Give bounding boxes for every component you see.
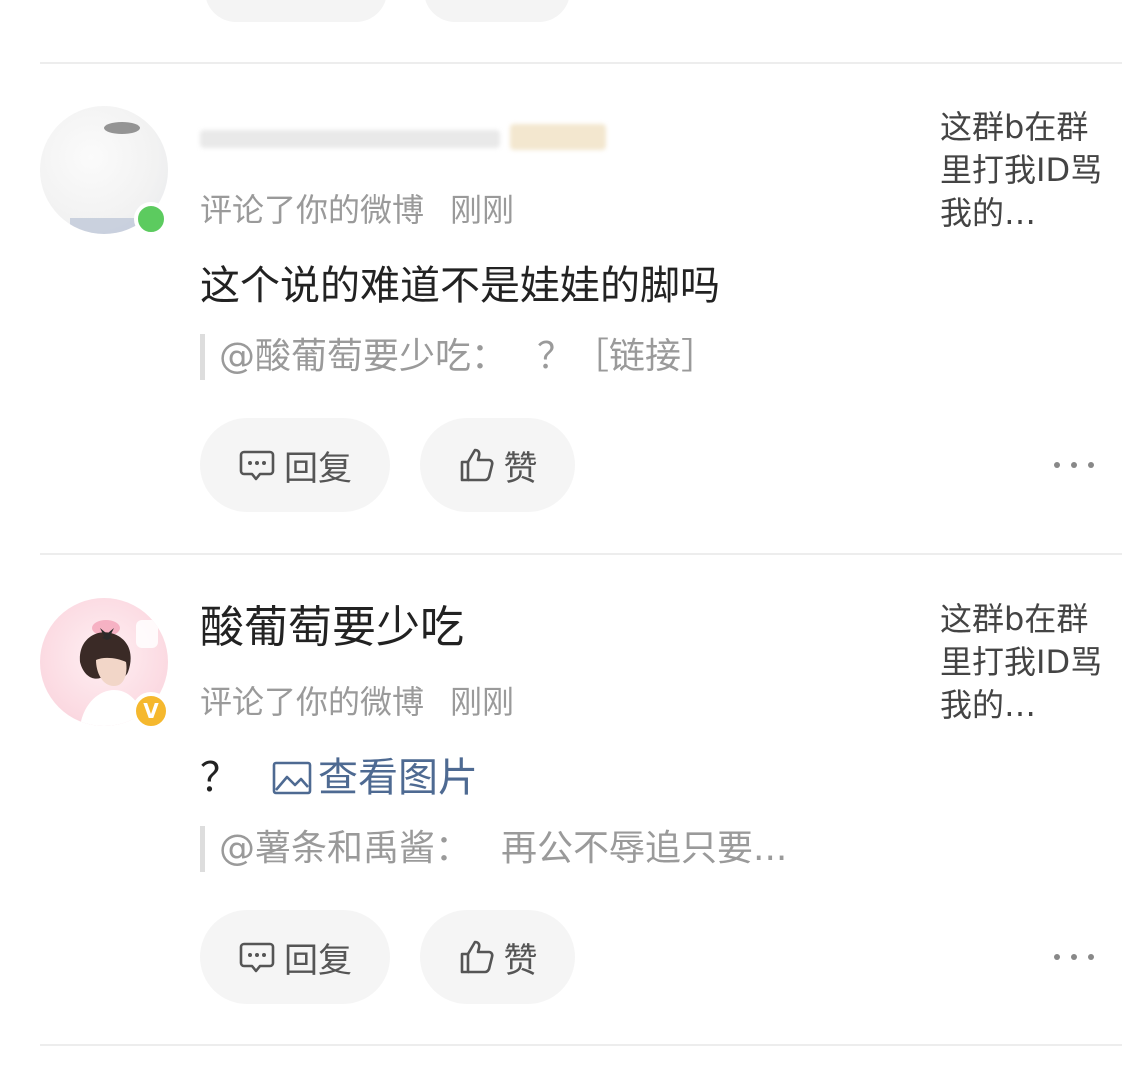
more-dot bbox=[1088, 954, 1094, 960]
more-dot bbox=[1071, 462, 1077, 468]
avatar[interactable]: V bbox=[40, 598, 170, 730]
action-text: 评论了你的微博 bbox=[200, 683, 425, 721]
avatar[interactable] bbox=[40, 106, 168, 236]
obscured-user-name[interactable] bbox=[200, 110, 610, 158]
like-label: 赞 bbox=[503, 940, 538, 981]
action-text: 评论了你的微博 bbox=[200, 191, 425, 229]
quote-prefix[interactable]: @薯条和禹酱： bbox=[219, 828, 471, 869]
image-icon bbox=[272, 761, 312, 795]
comment-text: 这个说的难道不是娃娃的脚吗 bbox=[200, 258, 720, 314]
comment-body: 这个说的难道不是娃娃的脚吗 bbox=[200, 263, 720, 309]
comment-meta: 评论了你的微博 刚刚 bbox=[200, 190, 514, 230]
more-dots-icon[interactable] bbox=[1054, 942, 1094, 972]
comment-bubble-icon bbox=[238, 938, 276, 976]
obscured-name-badge bbox=[510, 124, 606, 150]
reply-label: 回复 bbox=[284, 940, 352, 981]
reply-button[interactable]: 回复 bbox=[200, 418, 390, 512]
quote-prefix[interactable]: @酸葡萄要少吃： bbox=[219, 336, 507, 377]
quoted-comment[interactable]: @薯条和禹酱： 再公不辱追只要... bbox=[200, 826, 787, 872]
verified-badge: V bbox=[132, 692, 170, 730]
quote-body: 再公不辱追只要... bbox=[501, 828, 788, 869]
view-image-link[interactable]: 查看图片 bbox=[272, 750, 478, 806]
reply-label: 回复 bbox=[284, 448, 352, 489]
like-button[interactable]: 赞 bbox=[420, 910, 575, 1004]
more-dot bbox=[1054, 954, 1060, 960]
like-label: 赞 bbox=[503, 448, 538, 489]
online-status-badge bbox=[134, 202, 168, 236]
quoted-comment[interactable]: @酸葡萄要少吃： ？［链接］ bbox=[200, 334, 717, 380]
reply-button[interactable]: 回复 bbox=[200, 910, 390, 1004]
comment-body: ？ bbox=[200, 755, 240, 801]
more-dots-icon[interactable] bbox=[1054, 450, 1094, 480]
previous-reply-button[interactable] bbox=[205, 0, 387, 22]
more-dot bbox=[1071, 954, 1077, 960]
comment-text: ？ 查看图片 bbox=[200, 750, 478, 806]
thumbs-up-icon bbox=[458, 938, 496, 976]
notification-item[interactable]: 评论了你的微博 刚刚 这群b在群里打我ID骂我的… 这个说的难道不是娃娃的脚吗 @… bbox=[0, 62, 1148, 552]
more-dot bbox=[1054, 462, 1060, 468]
quote-body: ？［链接］ bbox=[537, 336, 718, 377]
view-image-label: 查看图片 bbox=[318, 755, 478, 801]
user-name[interactable]: 酸葡萄要少吃 bbox=[200, 600, 464, 656]
comment-meta: 评论了你的微博 刚刚 bbox=[200, 682, 514, 722]
comment-bubble-icon bbox=[238, 446, 276, 484]
time-text: 刚刚 bbox=[450, 191, 515, 229]
more-dot bbox=[1088, 462, 1094, 468]
time-text: 刚刚 bbox=[450, 683, 515, 721]
weibo-preview[interactable]: 这群b在群里打我ID骂我的… bbox=[940, 106, 1120, 235]
like-button[interactable]: 赞 bbox=[420, 418, 575, 512]
weibo-preview[interactable]: 这群b在群里打我ID骂我的… bbox=[940, 598, 1120, 727]
divider bbox=[40, 1044, 1122, 1046]
thumbs-up-icon bbox=[458, 446, 496, 484]
notification-item[interactable]: V 酸葡萄要少吃 评论了你的微博 刚刚 这群b在群里打我ID骂我的… ？ 查看图片… bbox=[0, 554, 1148, 1044]
obscured-name-text bbox=[200, 130, 500, 148]
previous-like-button[interactable] bbox=[424, 0, 570, 22]
